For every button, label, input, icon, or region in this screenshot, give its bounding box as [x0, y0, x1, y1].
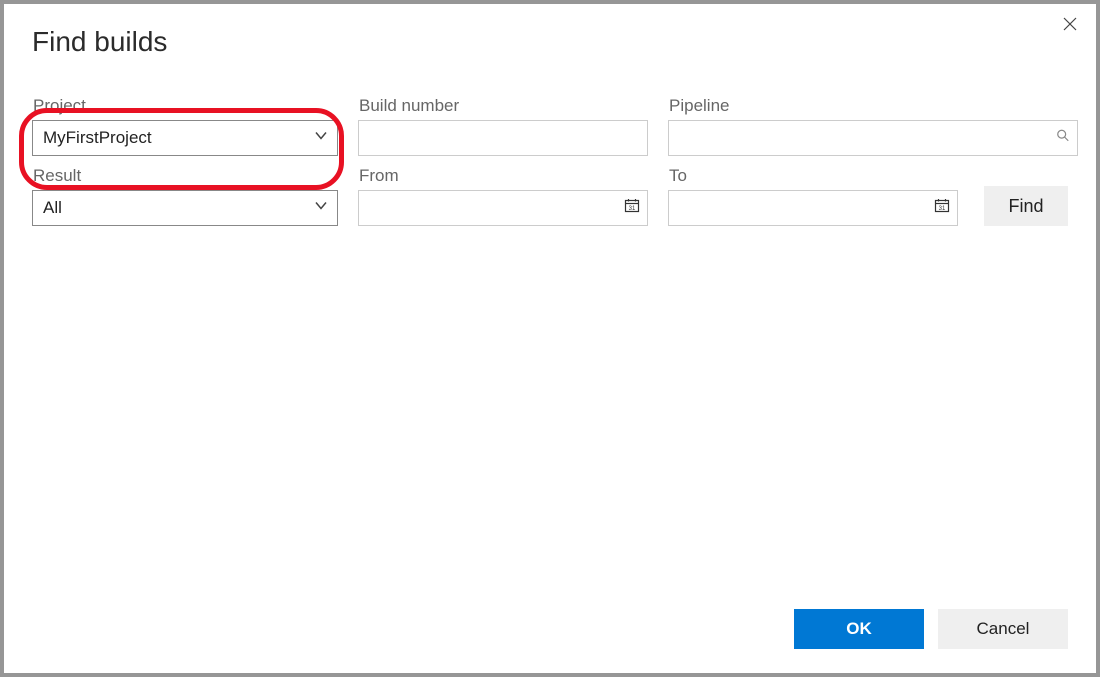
field-pipeline: Pipeline	[668, 96, 1078, 156]
to-input-wrap: 31	[668, 190, 958, 226]
label-pipeline: Pipeline	[668, 96, 1078, 116]
field-to: To 31	[668, 164, 958, 226]
field-build-number: Build number	[358, 96, 648, 156]
to-input[interactable]	[668, 190, 958, 226]
close-icon	[1063, 17, 1077, 36]
project-dropdown[interactable]: MyFirstProject	[32, 120, 338, 156]
form-area: Project MyFirstProject Build number Pipe…	[4, 58, 1096, 234]
calendar-icon[interactable]: 31	[624, 198, 640, 219]
field-from: From 31	[358, 164, 648, 226]
close-button[interactable]	[1058, 14, 1082, 38]
calendar-icon[interactable]: 31	[934, 198, 950, 219]
label-result: Result	[32, 166, 338, 186]
label-project: Project	[32, 96, 338, 116]
result-dropdown[interactable]: All	[32, 190, 338, 226]
dialog-footer: OK Cancel	[4, 609, 1096, 673]
dialog-title: Find builds	[4, 4, 1096, 58]
chevron-down-icon	[313, 128, 329, 149]
row-1: Project MyFirstProject Build number Pipe…	[32, 96, 1068, 156]
pipeline-input[interactable]	[668, 120, 1078, 156]
build-number-input[interactable]	[358, 120, 648, 156]
from-input-wrap: 31	[358, 190, 648, 226]
label-to: To	[668, 166, 958, 186]
find-builds-dialog: Find builds Project MyFirstProject Build…	[4, 4, 1096, 673]
find-button[interactable]: Find	[984, 186, 1068, 226]
label-build-number: Build number	[358, 96, 648, 116]
field-project: Project MyFirstProject	[32, 96, 338, 156]
chevron-down-icon	[313, 198, 329, 219]
label-from: From	[358, 166, 648, 186]
cancel-button[interactable]: Cancel	[938, 609, 1068, 649]
from-input[interactable]	[358, 190, 648, 226]
field-result: Result All	[32, 164, 338, 226]
ok-button[interactable]: OK	[794, 609, 924, 649]
svg-text:31: 31	[629, 206, 636, 212]
search-icon[interactable]	[1056, 129, 1070, 148]
pipeline-input-wrap	[668, 120, 1078, 156]
svg-text:31: 31	[939, 206, 946, 212]
project-dropdown-value: MyFirstProject	[43, 128, 152, 148]
result-dropdown-value: All	[43, 198, 62, 218]
row-2: Result All From	[32, 164, 1068, 226]
